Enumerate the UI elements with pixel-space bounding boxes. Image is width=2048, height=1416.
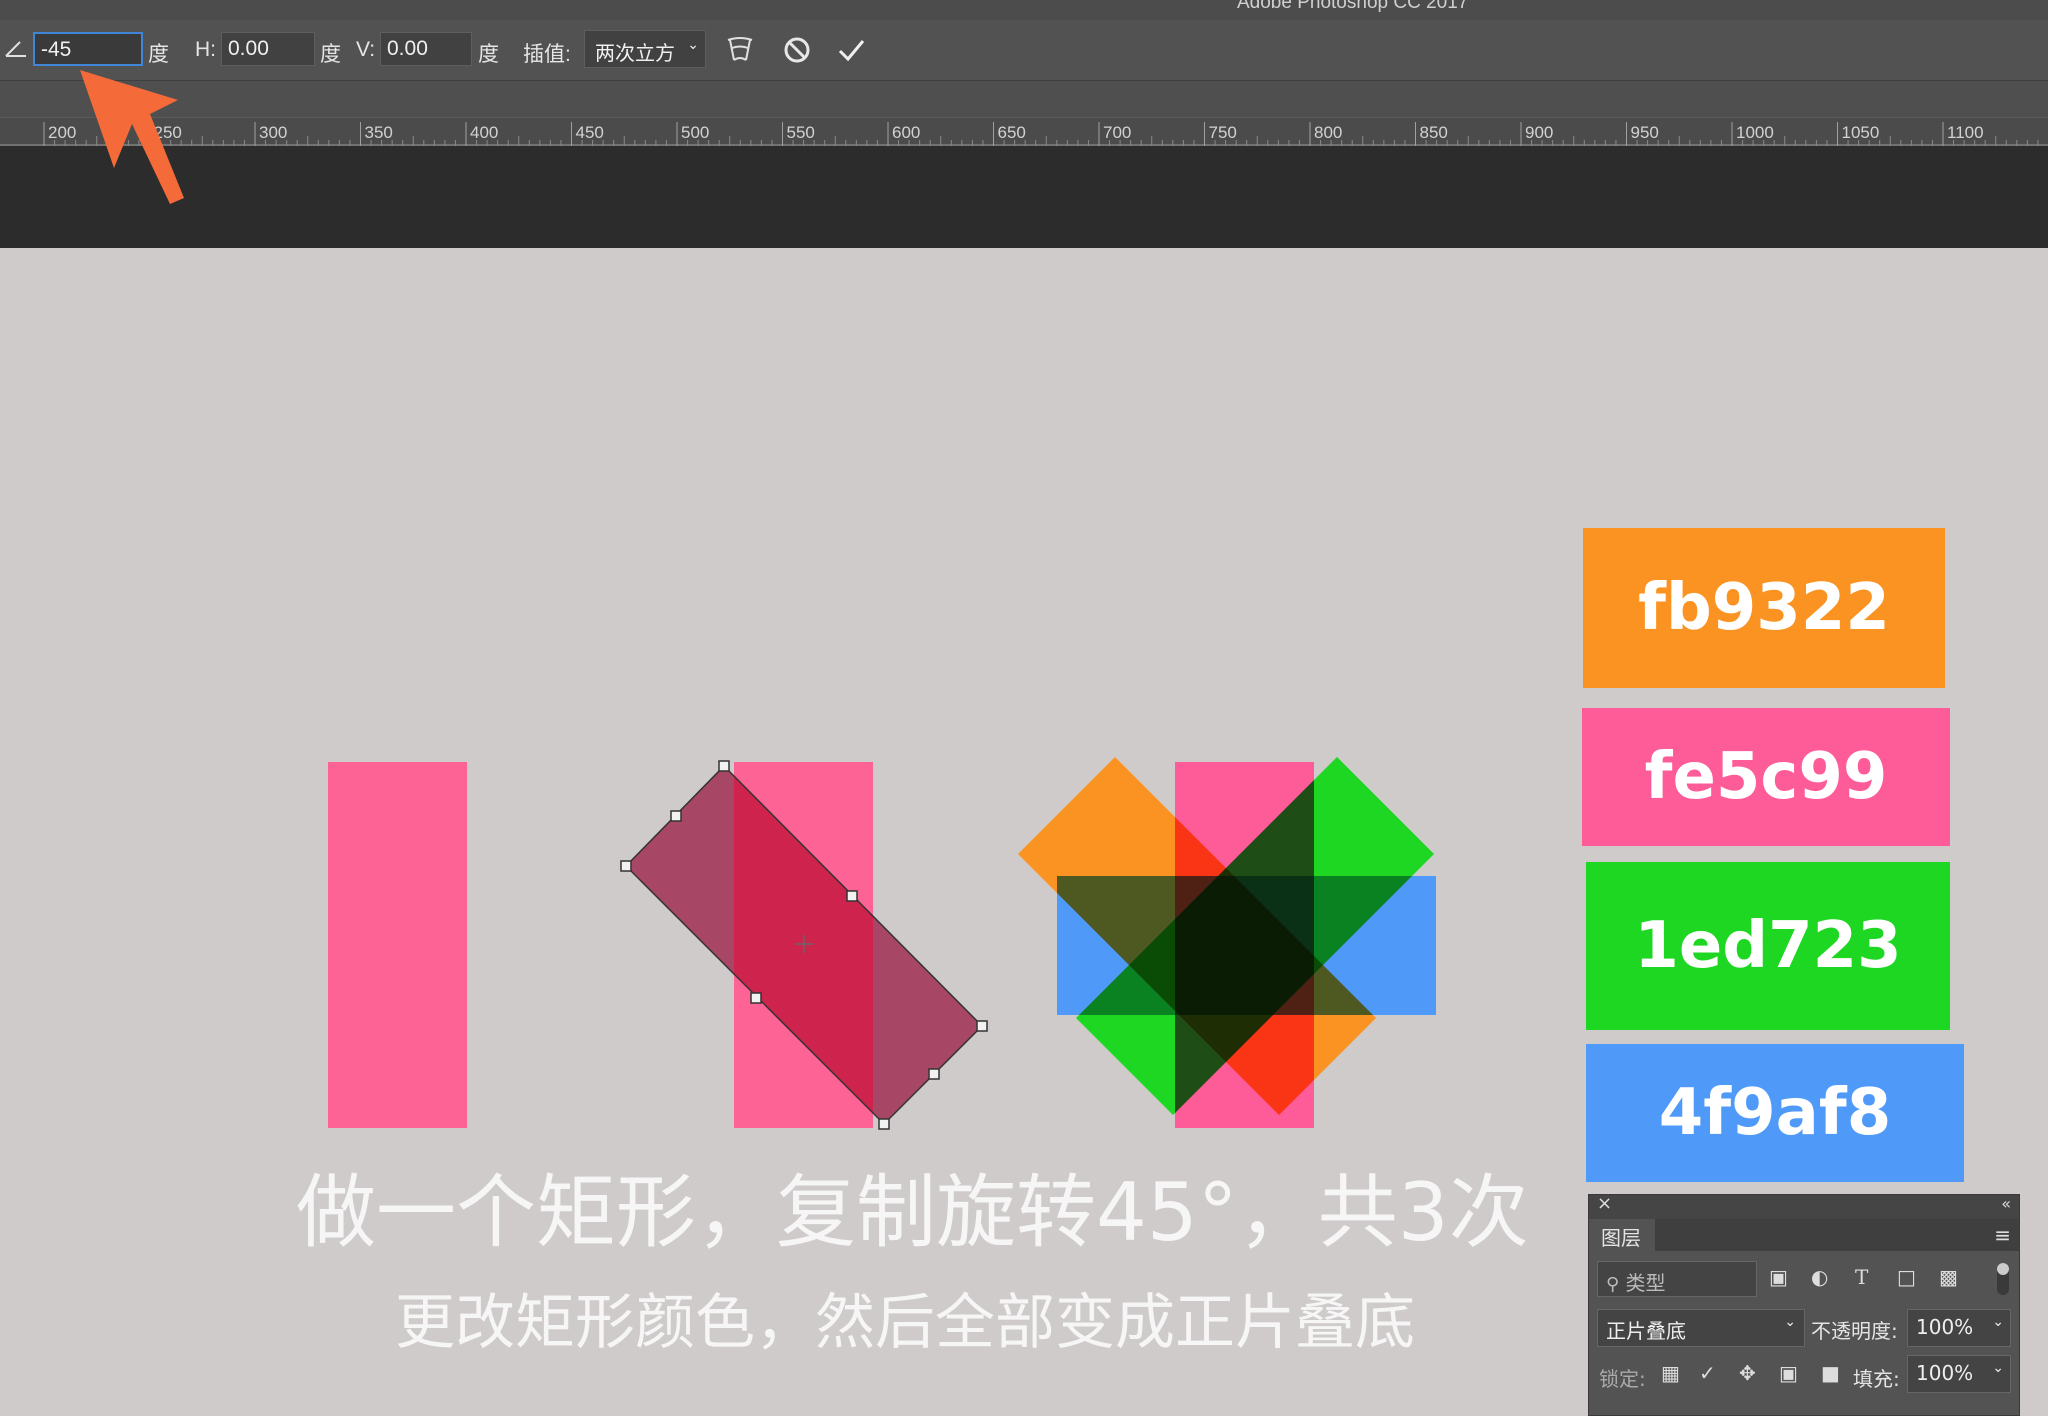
fill-value: 100% <box>1916 1361 1974 1385</box>
tab-layers[interactable]: 图层 <box>1597 1219 1655 1251</box>
ruler-tick-label: 650 <box>997 123 1026 142</box>
ruler-tick-label: 350 <box>364 123 393 142</box>
angle-unit: 度 <box>148 43 169 66</box>
collapse-icon[interactable]: « <box>2001 1194 2011 1213</box>
horizontal-ruler: 200 250 300 350 400 450 500 550 600 650 700 750 800 8… <box>0 117 2048 146</box>
blend-mode-value: 正片叠底 <box>1606 1319 1686 1343</box>
lock-brush-icon[interactable]: ✓ <box>1699 1361 1716 1385</box>
interpolation-label: 插值: <box>523 43 571 66</box>
image-filter-icon[interactable]: ▣ <box>1769 1265 1788 1289</box>
v-unit: 度 <box>478 43 499 66</box>
h-unit: 度 <box>320 43 341 66</box>
opacity-label: 不透明度: <box>1811 1319 1898 1343</box>
app-title: Adobe Photoshop CC 2017 <box>1237 0 1469 13</box>
ruler-tick-label: 800 <box>1314 123 1343 142</box>
angle-icon <box>5 41 26 57</box>
fill-label: 填充: <box>1853 1367 1900 1391</box>
filter-type-label: 类型 <box>1625 1271 1666 1295</box>
ruler-tick-label: 550 <box>786 123 815 142</box>
ruler-tick-label: 1000 <box>1736 123 1774 142</box>
layers-panel: × « 图层 ≡ ⚲ 类型 ▣ ◐ T □ ▩ 正片叠底 ⌄ 不透明度: 100… <box>1588 1193 2020 1416</box>
filter-icons: ▣ ◐ T □ ▩ <box>1769 1265 1979 1295</box>
fill-input[interactable]: 100% ⌄ <box>1907 1355 2011 1393</box>
caption-sub: 更改矩形颜色，然后全部变成正片叠底 <box>395 1288 1415 1358</box>
blend-mode-select[interactable]: 正片叠底 ⌄ <box>1597 1309 1805 1347</box>
angle-input[interactable]: -45 <box>33 32 143 66</box>
opacity-value: 100% <box>1916 1315 1974 1339</box>
h-label: H: <box>195 38 216 61</box>
rectangle-1 <box>328 762 467 1128</box>
v-skew-input[interactable]: 0.00 <box>380 32 472 66</box>
octagon-artwork <box>1018 757 1436 1128</box>
ruler-tick-label: 700 <box>1103 123 1132 142</box>
h-skew-input[interactable]: 0.00 <box>221 32 315 66</box>
ruler-tick-label: 400 <box>470 123 499 142</box>
ruler-tick-label: 200 <box>48 123 77 142</box>
lock-transparency-icon[interactable]: ▦ <box>1661 1361 1680 1385</box>
canvas-gutter <box>0 146 2048 248</box>
v-label: V: <box>356 38 376 61</box>
smart-object-filter-icon[interactable]: ▩ <box>1939 1265 1958 1289</box>
toolbar-strip <box>0 81 2048 117</box>
chevron-down-icon: ⌄ <box>1992 1360 2004 1376</box>
chevron-down-icon: ⌄ <box>1992 1314 2004 1330</box>
filter-toggle[interactable] <box>1997 1263 2009 1295</box>
type-filter-icon[interactable]: T <box>1855 1265 1868 1289</box>
color-swatch-fb9322: fb9322 <box>1583 528 1945 688</box>
panel-menu-icon[interactable]: ≡ <box>1994 1223 2011 1247</box>
interpolation-select[interactable]: 两次立方 ⌄ <box>584 30 706 68</box>
cancel-transform-icon[interactable] <box>782 35 812 65</box>
warp-icon[interactable] <box>724 34 756 66</box>
layer-filter-select[interactable]: ⚲ 类型 <box>1597 1261 1757 1297</box>
ruler-tick-label: 900 <box>1525 123 1554 142</box>
lock-all-icon[interactable]: ■ <box>1821 1361 1840 1385</box>
ruler-tick-label: 1100 <box>1947 123 1984 142</box>
tab-strip: ≡ <box>1655 1219 2019 1251</box>
commit-transform-icon[interactable] <box>836 35 866 65</box>
ruler-tick-label: 600 <box>892 123 921 142</box>
color-swatch-fe5c99: fe5c99 <box>1582 708 1950 846</box>
lock-icons: ▦ ✓ ✥ ▣ <box>1661 1361 1811 1389</box>
chevron-down-icon: ⌄ <box>1784 1314 1796 1330</box>
adjustment-filter-icon[interactable]: ◐ <box>1811 1265 1828 1289</box>
ruler-tick-label: 300 <box>259 123 288 142</box>
color-swatch-4f9af8: 4f9af8 <box>1586 1044 1964 1182</box>
color-swatch-1ed723: 1ed723 <box>1586 862 1950 1030</box>
ruler-tick-label: 750 <box>1208 123 1237 142</box>
lock-label: 锁定: <box>1599 1367 1646 1391</box>
options-bar: -45 度 H: 0.00 度 V: 0.00 度 插值: 两次立方 ⌄ <box>0 20 2048 81</box>
lock-artboard-icon[interactable]: ▣ <box>1779 1361 1798 1385</box>
title-bar: Adobe Photoshop CC 2017 <box>0 0 2048 20</box>
ruler-tick-label: 500 <box>681 123 710 142</box>
annotation-arrow-angle <box>80 70 184 204</box>
layers-panel-header: × « <box>1589 1193 2019 1219</box>
ruler-tick-label: 850 <box>1419 123 1448 142</box>
interpolation-value: 两次立方 <box>595 41 675 65</box>
ruler-tick-label: 950 <box>1630 123 1659 142</box>
tab-layers-label: 图层 <box>1601 1226 1641 1250</box>
ruler-tick-label: 1050 <box>1841 123 1880 142</box>
opacity-input[interactable]: 100% ⌄ <box>1907 1309 2011 1347</box>
caption-main: 做一个矩形，复制旋转45°，共3次 <box>296 1166 1529 1259</box>
lock-move-icon[interactable]: ✥ <box>1739 1361 1756 1385</box>
ruler-tick-label: 450 <box>575 123 604 142</box>
search-icon: ⚲ <box>1606 1274 1620 1295</box>
chevron-down-icon: ⌄ <box>687 37 699 53</box>
shape-filter-icon[interactable]: □ <box>1897 1265 1916 1289</box>
close-icon[interactable]: × <box>1597 1193 1612 1214</box>
